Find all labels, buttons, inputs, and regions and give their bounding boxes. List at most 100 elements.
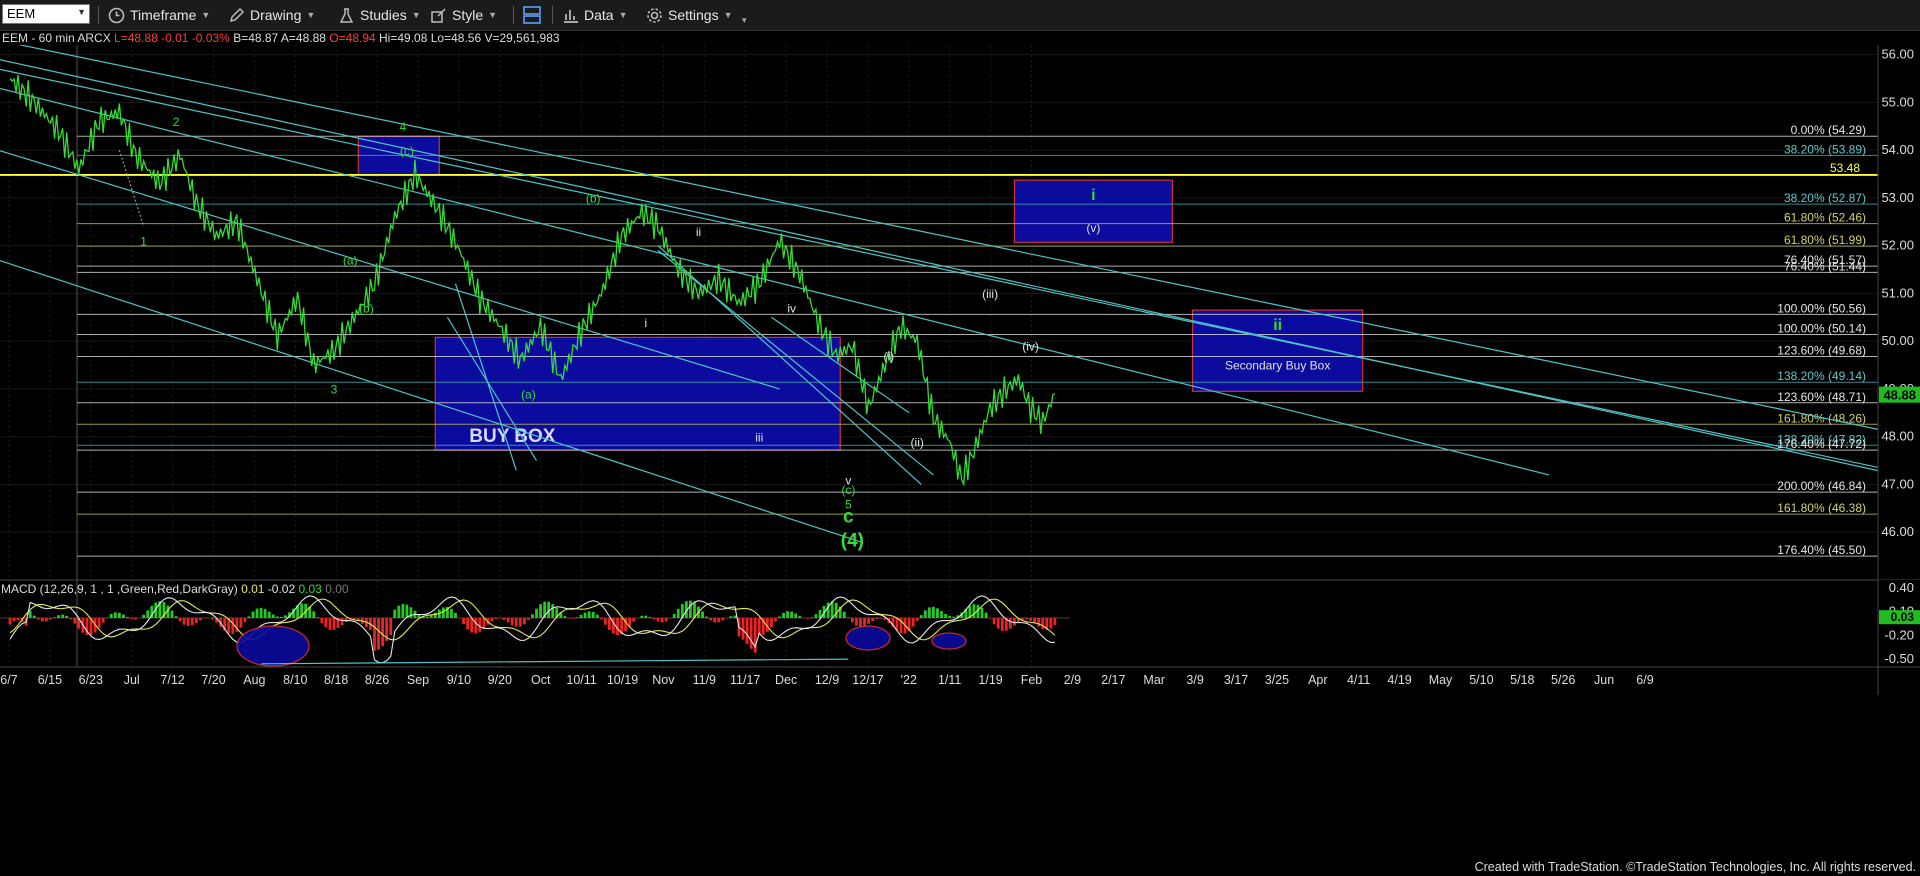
chevron-down-icon: ▾ [742,14,747,25]
macd-value: 0.00 [325,582,349,596]
macd-histogram-bar [328,617,332,630]
macd-histogram-bar [425,616,429,618]
data-button[interactable]: Data ▼ [562,5,628,25]
macd-histogram-bar [514,617,518,627]
toolbar-divider [513,6,514,24]
time-tick: 5/10 [1469,673,1493,687]
macd-histogram-bar [498,617,502,619]
studies-button[interactable]: Studies ▼ [338,5,421,25]
macd-histogram-bar [510,617,514,626]
macd-histogram-bar [454,612,457,618]
macd-histogram-bar [871,617,875,622]
macd-histogram-bar [279,616,283,618]
ask-price: A=48.88 [280,31,326,45]
fib-label: 100.00% (50.56) [1777,301,1866,315]
fib-label: 61.80% (51.99) [1784,233,1866,247]
toolbar: EEM ▼ Timeframe ▼ Drawing ▼ Studies ▼ St… [0,0,1920,31]
price-chart[interactable]: BUY BOXi(v)iiSecondary Buy Box 0.00% (54… [0,45,1920,855]
settings-button[interactable]: Settings ▼ [646,5,733,25]
macd-histogram-bar [652,617,656,620]
macd-histogram-bar [595,614,599,618]
macd-histogram-bar [972,604,976,618]
macd-histogram-bar [478,617,482,632]
layout-button[interactable] [522,5,542,25]
macd-histogram-bar [770,617,773,628]
macd-histogram-bar [867,617,870,624]
macd-histogram-bar [506,617,510,623]
macd-histogram-bar [312,611,316,618]
macd-histogram-bar [717,617,721,623]
macd-histogram-bar [57,615,60,618]
macd-histogram-bar [126,617,129,618]
time-tick: 4/19 [1387,673,1411,687]
time-tick: 11/9 [693,673,716,687]
toolbar-overflow-button[interactable]: ▾ [742,10,747,30]
macd-histogram-bar [709,617,713,621]
time-tick: 4/11 [1347,673,1370,687]
macd-histogram-bar [980,607,984,618]
macd-histogram-bar [1008,617,1012,629]
time-tick: 8/26 [365,673,389,687]
macd-histogram-bar [551,604,555,618]
wave-label: (b) [586,192,601,206]
wave-label: 1 [140,235,147,249]
style-button[interactable]: Style ▼ [430,5,497,25]
macd-histogram-bar [539,604,542,618]
macd-histogram-bar [689,600,692,618]
macd-histogram-bar [583,612,587,618]
macd-tick: -0.50 [1884,651,1914,666]
macd-histogram-bar [211,617,214,620]
wave-label: 4 [400,120,407,134]
time-tick: Oct [531,673,551,687]
price-tick: 48.00 [1881,429,1914,444]
drawing-button[interactable]: Drawing ▼ [228,5,315,25]
high-price: Hi=49.08 [379,31,428,45]
box-wave-label: i [1091,187,1095,204]
macd-histogram-bar [373,617,376,651]
macd-value: 0.03 [298,582,325,596]
macd-histogram-bar [190,617,194,626]
toolbar-divider [552,6,553,24]
divergence-marker [236,625,310,667]
macd-histogram-bar [1049,617,1053,629]
macd-histogram-bar [316,617,320,618]
macd-histogram-bar [340,617,344,625]
price-change: -0.01 [161,31,189,45]
time-tick: 6/23 [79,673,103,687]
box-wave-label: ii [1273,317,1282,334]
macd-histogram-bar [875,617,879,620]
macd-trendline [261,658,849,665]
macd-histogram-bar [109,613,113,618]
macd-histogram-bar [490,617,494,622]
last-price: L=48.88 [114,31,158,45]
macd-histogram-bar [705,616,708,618]
pencil-icon [229,7,245,22]
macd-histogram-bar [531,614,534,618]
macd-histogram-bar [450,608,453,618]
macd-histogram-bar [45,617,48,622]
macd-histogram-bar [482,617,486,629]
macd-histogram-bar [182,617,186,625]
macd-histogram-bar [332,617,336,630]
chevron-down-icon: ▼ [306,10,316,20]
drawing-label: Drawing [250,7,302,23]
macd-histogram-bar [535,608,538,618]
time-tick: Aug [243,673,265,687]
macd-histogram-bar [814,614,818,618]
trendline [0,59,1920,481]
macd-histogram-bar [806,617,810,619]
macd-histogram-bar [474,617,478,634]
macd-histogram-bar [405,604,409,618]
symbol-input[interactable]: EEM ▼ [2,4,90,24]
macd-histogram-bar [1013,617,1016,626]
timeframe-button[interactable]: Timeframe ▼ [108,5,210,25]
wave-label: (iii) [982,287,998,301]
macd-histogram-bar [53,617,56,618]
macd-last-tag: 0.03 [1891,610,1915,624]
time-tick: 1/19 [978,673,1002,687]
timeframe-label: Timeframe [130,7,197,23]
fib-label: 161.80% (46.38) [1777,501,1866,515]
divergence-marker [845,625,891,651]
time-tick: 1/11 [938,673,961,687]
price-tick: 52.00 [1881,238,1914,253]
